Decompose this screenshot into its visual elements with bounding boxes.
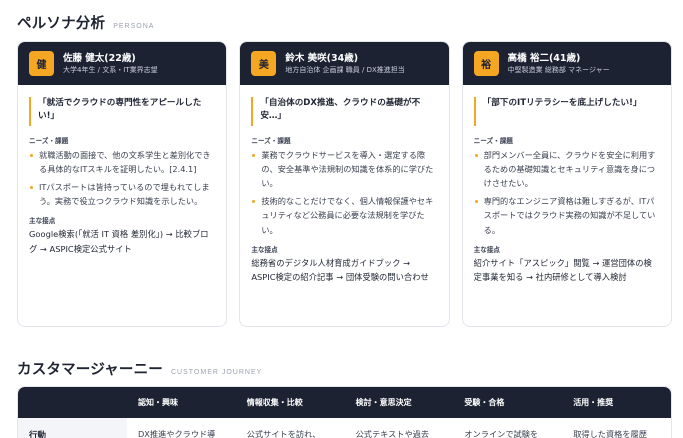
persona-name: 鈴木 美咲(34歳) bbox=[285, 52, 359, 64]
needs-label: ニーズ・課題 bbox=[473, 137, 513, 145]
journey-cell: 取得した資格を履歴 bbox=[573, 429, 647, 438]
persona-card-header: 美 鈴木 美咲(34歳) 地方自治体 企画課 職員 / DX推進担当 bbox=[240, 42, 449, 85]
touchpoint-text: 総務省のデジタル人材育成ガイドブック → ASPIC検定の紹介記事 → 団体受験… bbox=[251, 257, 429, 282]
needs-list: 部門メンバー全員に、クラウドを安全に利用するための基礎知識とセキュリティ意識を身… bbox=[474, 148, 659, 237]
persona-identity: 高橋 裕二(41歳) 中堅製造業 総務部 マネージャー bbox=[508, 53, 610, 75]
needs-list: 就職活動の面接で、他の文系学生と差別化できる具体的なITスキルを証明したい。[2… bbox=[29, 148, 214, 208]
persona-section-subtitle: PERSONA bbox=[113, 23, 155, 30]
needs-item: ITパスポートは皆持っているので埋もれてしまう。実務で役立つクラウド知識を示した… bbox=[29, 180, 214, 208]
needs-item: 業務でクラウドサービスを導入・選定する際の、安全基準や法規制の知識を体系的に学び… bbox=[251, 148, 436, 190]
journey-table-header: 認知・興味 情報収集・比較 検討・意思決定 受験・合格 活用・推奨 bbox=[18, 387, 671, 418]
journey-table: 認知・興味 情報収集・比較 検討・意思決定 受験・合格 活用・推奨 行動 DX推… bbox=[17, 386, 672, 438]
touchpoint-label: 主な接点 bbox=[29, 217, 56, 226]
persona-card: 美 鈴木 美咲(34歳) 地方自治体 企画課 職員 / DX推進担当 「自治体の… bbox=[239, 41, 450, 327]
persona-section-title: ペルソナ分析 bbox=[17, 16, 106, 32]
persona-quote: 「就活でクラウドの専門性をアピールしたい!」 bbox=[29, 97, 214, 126]
avatar: 裕 bbox=[473, 51, 499, 76]
touchpoint-text: 紹介サイト「アスピック」閲覧 → 運営団体の検定事業を知る → 社内研修として導… bbox=[473, 257, 652, 282]
needs-label: ニーズ・課題 bbox=[251, 137, 291, 145]
journey-stage-header: 活用・推奨 bbox=[573, 398, 614, 407]
needs-item: 専門的なエンジニア資格は難しすぎるが、ITパスポートではクラウド実務の知識が不足… bbox=[474, 194, 659, 236]
persona-role: 大学4年生 / 文系・IT業界志望 bbox=[63, 66, 158, 74]
journey-table-row: 行動 DX推進やクラウド導 公式サイトを訪れ、 公式テキストや過去 オンラインで… bbox=[18, 418, 671, 438]
persona-role: 地方自治体 企画課 職員 / DX推進担当 bbox=[285, 66, 405, 74]
persona-section-header: ペルソナ分析 PERSONA bbox=[17, 12, 154, 33]
journey-cell: 公式テキストや過去 bbox=[355, 429, 430, 438]
journey-stage-header: 検討・意思決定 bbox=[355, 398, 412, 407]
journey-section-header: カスタマージャーニー CUSTOMER JOURNEY bbox=[17, 358, 262, 379]
avatar: 健 bbox=[29, 51, 54, 76]
needs-item: 技術的なことだけでなく、個人情報保護やセキュリティなど公務員に必要な法規制を学び… bbox=[251, 194, 436, 236]
avatar: 美 bbox=[251, 51, 277, 76]
journey-stage-header: 認知・興味 bbox=[138, 398, 178, 407]
journey-section-title: カスタマージャーニー bbox=[17, 362, 163, 378]
persona-name: 佐藤 健太(22歳) bbox=[63, 52, 136, 64]
journey-stage-header: 受験・合格 bbox=[464, 398, 505, 407]
touchpoint-text: Google検索(「就活 IT 資格 差別化」) → 比較ブログ → ASPIC… bbox=[29, 229, 209, 254]
persona-card-body: 「部下のITリテラシーを底上げしたい!」 ニーズ・課題 部門メンバー全員に、クラ… bbox=[463, 85, 671, 284]
journey-cell: 公式サイトを訪れ、 bbox=[246, 429, 321, 438]
journey-cell: オンラインで試験を bbox=[464, 429, 539, 438]
persona-card: 裕 高橋 裕二(41歳) 中堅製造業 総務部 マネージャー 「部下のITリテラシ… bbox=[461, 41, 672, 327]
journey-stage-header: 情報収集・比較 bbox=[246, 398, 303, 407]
persona-card-body: 「就活でクラウドの専門性をアピールしたい!」 ニーズ・課題 就職活動の面接で、他… bbox=[18, 85, 226, 256]
journey-cell: DX推進やクラウド導 bbox=[138, 429, 216, 438]
persona-cards: 健 佐藤 健太(22歳) 大学4年生 / 文系・IT業界志望 「就活でクラウドの… bbox=[17, 41, 672, 327]
persona-role: 中堅製造業 総務部 マネージャー bbox=[507, 66, 610, 74]
journey-row-label: 行動 bbox=[18, 418, 127, 438]
persona-card-header: 健 佐藤 健太(22歳) 大学4年生 / 文系・IT業界志望 bbox=[18, 42, 227, 85]
touchpoint-label: 主な接点 bbox=[251, 245, 278, 254]
persona-card-header: 裕 高橋 裕二(41歳) 中堅製造業 総務部 マネージャー bbox=[462, 42, 671, 85]
persona-identity: 佐藤 健太(22歳) 大学4年生 / 文系・IT業界志望 bbox=[63, 53, 158, 75]
needs-list: 業務でクラウドサービスを導入・選定する際の、安全基準や法規制の知識を体系的に学び… bbox=[251, 148, 436, 237]
persona-card-body: 「自治体のDX推進、クラウドの基礎が不安…」 ニーズ・課題 業務でクラウドサービ… bbox=[240, 85, 448, 284]
persona-quote: 「部下のITリテラシーを底上げしたい!」 bbox=[473, 97, 659, 126]
persona-identity: 鈴木 美咲(34歳) 地方自治体 企画課 職員 / DX推進担当 bbox=[285, 53, 404, 75]
persona-card: 健 佐藤 健太(22歳) 大学4年生 / 文系・IT業界志望 「就活でクラウドの… bbox=[17, 41, 228, 327]
needs-item: 部門メンバー全員に、クラウドを安全に利用するための基礎知識とセキュリティ意識を身… bbox=[474, 148, 659, 190]
needs-item: 就職活動の面接で、他の文系学生と差別化できる具体的なITスキルを証明したい。[2… bbox=[29, 148, 214, 176]
touchpoint-label: 主な接点 bbox=[473, 245, 501, 254]
needs-label: ニーズ・課題 bbox=[29, 137, 69, 145]
persona-quote: 「自治体のDX推進、クラウドの基礎が不安…」 bbox=[251, 97, 436, 126]
journey-section-subtitle: CUSTOMER JOURNEY bbox=[170, 369, 263, 376]
persona-name: 高橋 裕二(41歳) bbox=[507, 52, 581, 64]
